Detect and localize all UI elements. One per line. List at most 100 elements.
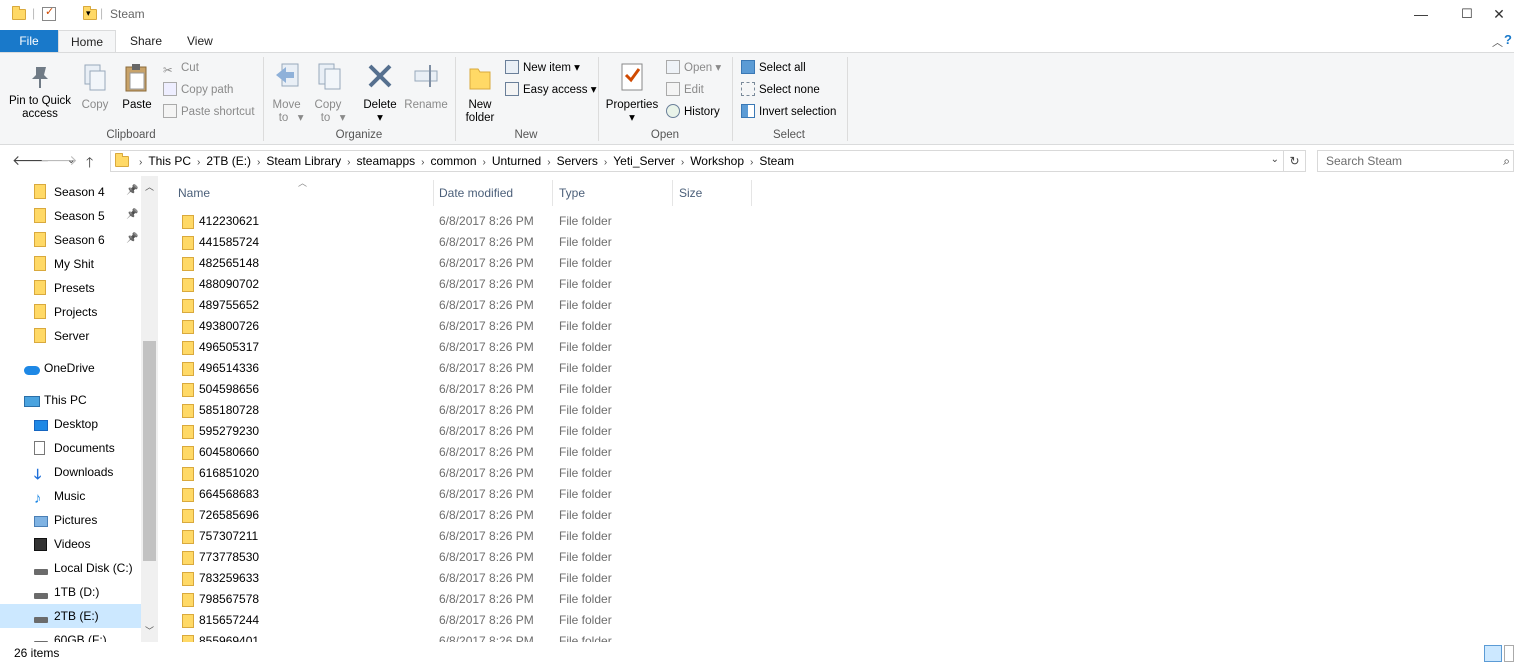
nav-item[interactable]: Season 6	[34, 228, 105, 252]
file-row[interactable]: 783259633 6/8/2017 8:26 PM File folder	[158, 568, 758, 589]
tab-view[interactable]: View	[175, 30, 225, 53]
column-header-type[interactable]: Type	[559, 186, 585, 200]
file-row[interactable]: 496505317 6/8/2017 8:26 PM File folder	[158, 337, 758, 358]
nav-item[interactable]: Presets	[34, 276, 95, 300]
paste-shortcut-button[interactable]: Paste shortcut	[163, 102, 255, 122]
column-header-size[interactable]: Size	[679, 186, 702, 200]
breadcrumb-item[interactable]: Steam Library	[266, 154, 341, 168]
edit-button[interactable]: Edit	[666, 80, 704, 100]
address-dropdown-chevron-icon[interactable]: ⌄	[1271, 154, 1279, 165]
file-row[interactable]: 798567578 6/8/2017 8:26 PM File folder	[158, 589, 758, 610]
search-icon[interactable]: ⌕	[1503, 151, 1510, 171]
scroll-up-chevron-icon[interactable]: ︿	[145, 180, 154, 193]
new-folder-button[interactable]: New folder	[459, 61, 501, 125]
breadcrumb-chevron-icon[interactable]: ›	[483, 157, 486, 168]
refresh-icon[interactable]: ↻	[1284, 150, 1306, 172]
nav-item[interactable]: Local Disk (C:)	[34, 556, 133, 580]
breadcrumb-chevron-icon[interactable]: ›	[604, 157, 607, 168]
file-row[interactable]: 604580660 6/8/2017 8:26 PM File folder	[158, 442, 758, 463]
nav-item[interactable]: Season 5	[34, 204, 105, 228]
large-icons-view-icon[interactable]	[1504, 645, 1514, 662]
breadcrumb-chevron-icon[interactable]: ›	[139, 157, 142, 168]
scrollbar-thumb[interactable]	[143, 341, 156, 561]
properties-button[interactable]: Properties ▾	[604, 61, 660, 125]
nav-item[interactable]: Projects	[34, 300, 97, 324]
nav-item[interactable]: My Shit	[34, 252, 94, 276]
details-view-icon[interactable]	[1484, 645, 1502, 662]
file-row[interactable]: 504598656 6/8/2017 8:26 PM File folder	[158, 379, 758, 400]
nav-item[interactable]: ♪ Music	[34, 484, 85, 508]
breadcrumb-item[interactable]: Unturned	[492, 154, 541, 168]
breadcrumb-item[interactable]: 2TB (E:)	[206, 154, 251, 168]
nav-item[interactable]: Pictures	[34, 508, 97, 532]
nav-item[interactable]: Server	[34, 324, 89, 348]
column-divider[interactable]	[552, 180, 553, 206]
history-button[interactable]: History	[666, 102, 720, 122]
address-bar[interactable]: › This PC › 2TB (E:) › Steam Library › steamapp…	[110, 150, 1284, 172]
pin-to-quick-access-button[interactable]: Pin to Quick access	[4, 63, 76, 121]
breadcrumb-chevron-icon[interactable]: ›	[547, 157, 550, 168]
nav-item[interactable]: Videos	[34, 532, 90, 556]
column-divider[interactable]	[672, 180, 673, 206]
copy-button[interactable]: Copy	[78, 63, 112, 112]
file-row[interactable]: 412230621 6/8/2017 8:26 PM File folder	[158, 211, 758, 232]
copy-to-button[interactable]: Copy to ▾	[312, 61, 348, 125]
file-row[interactable]: 664568683 6/8/2017 8:26 PM File folder	[158, 484, 758, 505]
scroll-down-chevron-icon[interactable]: ﹀	[145, 624, 154, 637]
column-divider[interactable]	[751, 180, 752, 206]
invert-selection-button[interactable]: Invert selection	[741, 102, 836, 122]
nav-item[interactable]: 2TB (E:)	[0, 604, 141, 628]
breadcrumb-item[interactable]: steamapps	[356, 154, 415, 168]
minimize-button[interactable]: —	[1398, 0, 1444, 30]
breadcrumb-item[interactable]: This PC	[148, 154, 191, 168]
nav-item[interactable]: 🡓 Downloads	[34, 460, 113, 484]
breadcrumb-chevron-icon[interactable]: ›	[197, 157, 200, 168]
nav-pane-scrollbar[interactable]: ︿ ﹀	[141, 176, 158, 642]
file-row[interactable]: 595279230 6/8/2017 8:26 PM File folder	[158, 421, 758, 442]
copy-path-button[interactable]: Copy path	[163, 80, 233, 100]
file-row[interactable]: 482565148 6/8/2017 8:26 PM File folder	[158, 253, 758, 274]
help-icon[interactable]: ?	[1504, 32, 1514, 48]
easy-access-button[interactable]: Easy access ▾	[505, 80, 597, 100]
nav-item[interactable]: This PC	[24, 388, 87, 412]
quick-access-dropdown-icon[interactable]: ▾	[86, 8, 91, 19]
file-row[interactable]: 616851020 6/8/2017 8:26 PM File folder	[158, 463, 758, 484]
file-row[interactable]: 488090702 6/8/2017 8:26 PM File folder	[158, 274, 758, 295]
new-item-button[interactable]: New item ▾	[505, 58, 580, 78]
breadcrumb-chevron-icon[interactable]: ›	[421, 157, 424, 168]
nav-item[interactable]: 1TB (D:)	[34, 580, 99, 604]
tab-file[interactable]: File	[0, 30, 58, 53]
nav-item[interactable]: OneDrive	[24, 356, 95, 380]
tab-home[interactable]: Home	[58, 30, 117, 53]
breadcrumb-chevron-icon[interactable]: ›	[681, 157, 684, 168]
collapse-ribbon-icon[interactable]: ︿	[1492, 34, 1503, 50]
breadcrumb-item[interactable]: common	[430, 154, 476, 168]
column-divider[interactable]	[433, 180, 434, 206]
file-row[interactable]: 726585696 6/8/2017 8:26 PM File folder	[158, 505, 758, 526]
breadcrumb-item[interactable]: Yeti_Server	[613, 154, 675, 168]
file-row[interactable]: 493800726 6/8/2017 8:26 PM File folder	[158, 316, 758, 337]
file-row[interactable]: 585180728 6/8/2017 8:26 PM File folder	[158, 400, 758, 421]
search-input[interactable]: Search Steam ⌕	[1317, 150, 1514, 172]
breadcrumb-chevron-icon[interactable]: ›	[347, 157, 350, 168]
column-header-name[interactable]: Name	[178, 186, 210, 200]
recent-locations-chevron-icon[interactable]: ⌄	[67, 155, 75, 166]
file-row[interactable]: 489755652 6/8/2017 8:26 PM File folder	[158, 295, 758, 316]
file-row[interactable]: 773778530 6/8/2017 8:26 PM File folder	[158, 547, 758, 568]
rename-button[interactable]: Rename	[402, 61, 450, 112]
file-row[interactable]: 757307211 6/8/2017 8:26 PM File folder	[158, 526, 758, 547]
file-row[interactable]: 855969401 6/8/2017 8:26 PM File folder	[158, 631, 758, 642]
column-header-date[interactable]: Date modified	[439, 186, 513, 200]
properties-quick-icon[interactable]: ✓	[42, 6, 56, 21]
up-arrow-icon[interactable]: 🡑	[86, 152, 93, 176]
breadcrumb-item[interactable]: Workshop	[690, 154, 744, 168]
breadcrumb-item[interactable]: Servers	[557, 154, 598, 168]
paste-button[interactable]: Paste	[118, 63, 156, 112]
delete-button[interactable]: Delete ▾	[360, 61, 400, 125]
select-none-button[interactable]: Select none	[741, 80, 820, 100]
close-button[interactable]: ✕	[1484, 0, 1514, 30]
file-row[interactable]: 441585724 6/8/2017 8:26 PM File folder	[158, 232, 758, 253]
select-all-button[interactable]: Select all	[741, 58, 806, 78]
breadcrumb-chevron-icon[interactable]: ›	[257, 157, 260, 168]
nav-item[interactable]: Documents	[34, 436, 115, 460]
